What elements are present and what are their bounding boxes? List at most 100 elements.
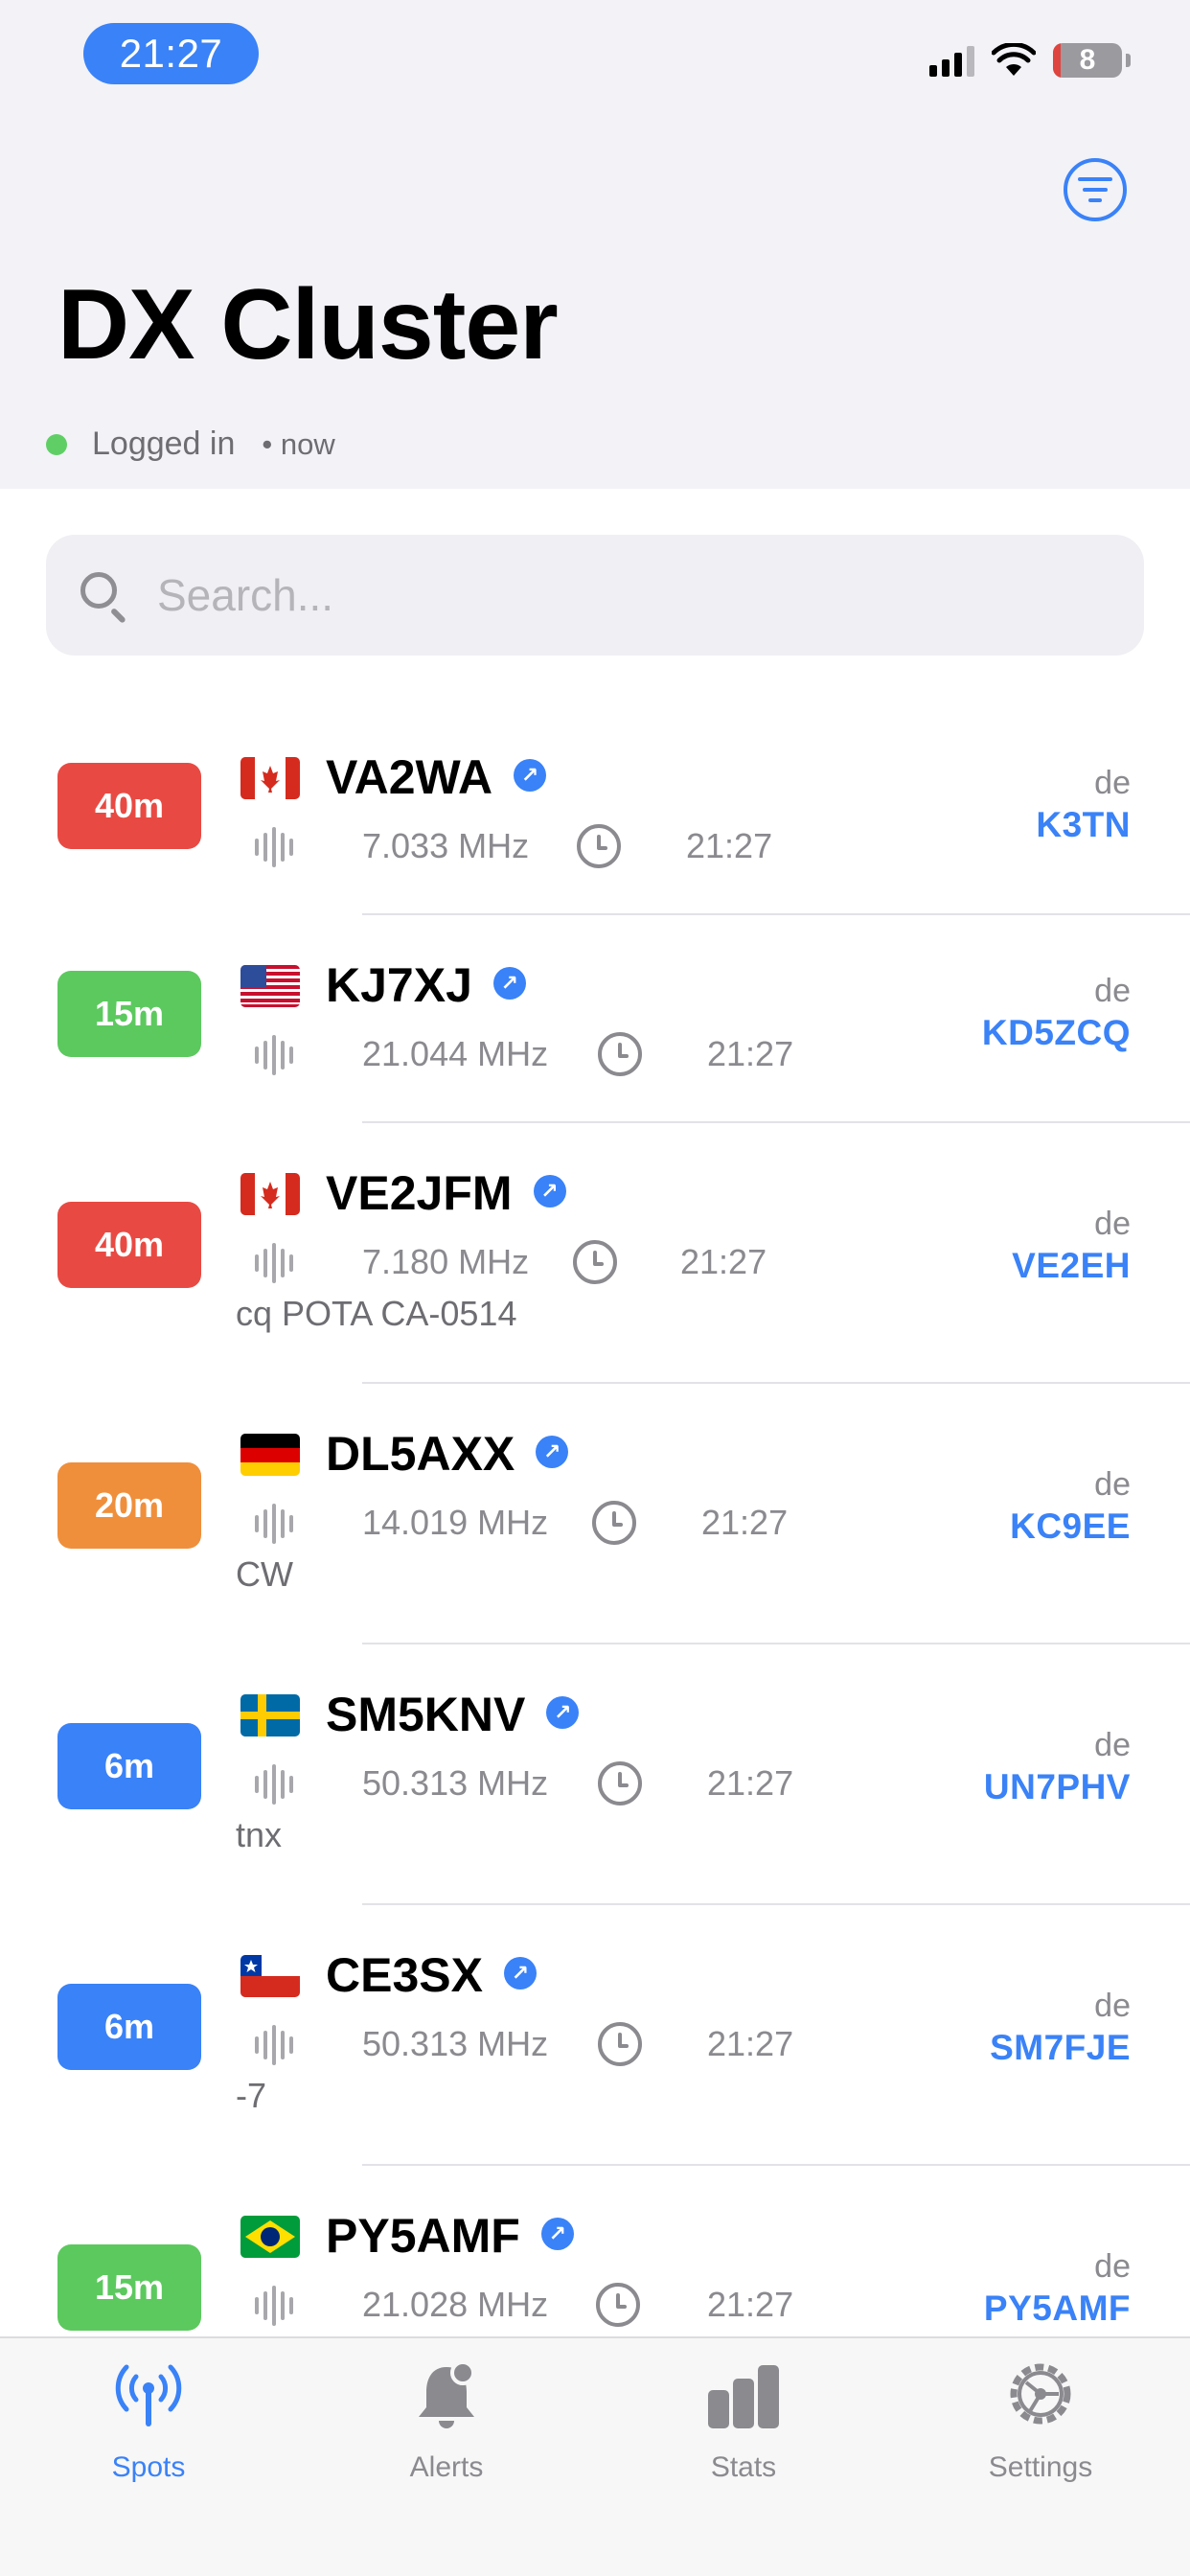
clock-icon [596,2283,640,2327]
gear-icon [1010,2363,1071,2425]
tab-label: Alerts [409,2451,484,2483]
tab-spots[interactable]: Spots [34,2338,263,2501]
waveform-icon [255,2022,293,2068]
spot-row[interactable]: 15m KJ7XJ ↗ 21.044 MHz 21:27 de KD5ZCQ [0,915,1190,1123]
status-time: 21:27 [83,23,259,84]
de-label: de [1094,765,1131,801]
band-badge: 40m [57,763,201,849]
spotter-callsign[interactable]: UN7PHV [984,1767,1131,1807]
spotter-callsign[interactable]: K3TN [1036,805,1131,845]
callsign[interactable]: SM5KNV ↗ [326,1687,580,1742]
band-badge: 15m [57,2244,201,2331]
band-badge: 40m [57,1202,201,1288]
frequency: 7.033 MHz [362,826,530,865]
search-icon [79,570,128,624]
clock-icon [598,1761,642,1806]
filter-icon [1078,177,1112,181]
cellular-signal-icon [929,44,974,77]
waveform-icon [255,1761,293,1807]
spotter-callsign[interactable]: SM7FJE [990,2028,1131,2068]
clock-icon [598,2022,642,2066]
open-link-icon[interactable]: ↗ [492,966,526,1000]
waveform-icon [255,1032,293,1078]
frequency: 50.313 MHz [362,2024,549,2063]
callsign[interactable]: VE2JFM ↗ [326,1165,566,1221]
waveform-icon [255,1240,293,1286]
callsign[interactable]: KJ7XJ ↗ [326,957,526,1013]
spot-time: 21:27 [707,1763,794,1803]
callsign-text: SM5KNV [326,1688,526,1741]
tab-label: Stats [710,2451,777,2483]
wifi-icon [992,43,1036,76]
spotter-callsign[interactable]: VE2EH [1012,1246,1131,1286]
spotter-callsign[interactable]: KC9EE [1010,1506,1131,1547]
online-indicator [46,433,67,455]
spot-comment: -7 [236,2076,267,2115]
frequency: 50.313 MHz [362,1763,549,1803]
germany-flag-icon [240,1434,300,1476]
open-link-icon[interactable]: ↗ [546,1695,580,1729]
de-label: de [1094,1206,1131,1242]
tab-stats[interactable]: Stats [629,2338,858,2501]
clock-icon [598,1032,642,1076]
spot-row[interactable]: 40m VA2WA ↗ 7.033 MHz 21:27 de K3TN [0,707,1190,915]
de-label: de [1094,1466,1131,1503]
spotter-callsign[interactable]: PY5AMF [984,2288,1131,2329]
callsign-text: DL5AXX [326,1427,515,1481]
de-label: de [1094,1988,1131,2024]
callsign-text: VA2WA [326,750,493,804]
spot-row[interactable]: 20m DL5AXX ↗ 14.019 MHz 21:27 CW de KC9EE [0,1384,1190,1644]
canada-flag-icon [240,757,300,799]
spot-comment: CW [236,1554,293,1594]
band-badge: 15m [57,971,201,1057]
battery-icon: 8 [1053,43,1122,78]
tab-settings[interactable]: Settings [926,2338,1156,2501]
frequency: 7.180 MHz [362,1242,530,1281]
login-status-text: Logged in [92,426,236,462]
de-label: de [1094,2248,1131,2285]
clock-icon [573,1240,617,1284]
spotter-callsign[interactable]: KD5ZCQ [982,1013,1131,1053]
spot-list[interactable]: 40m VA2WA ↗ 7.033 MHz 21:27 de K3TN 15m K… [0,707,1190,2426]
clock-icon [577,824,621,868]
callsign[interactable]: CE3SX ↗ [326,1947,537,2003]
band-badge: 20m [57,1462,201,1549]
brazil-flag-icon [240,2216,300,2258]
spot-row[interactable]: 40m VE2JFM ↗ 7.180 MHz 21:27 cq POTA CA-0… [0,1123,1190,1384]
waveform-icon [255,824,293,870]
usa-flag-icon [240,965,300,1007]
filter-button[interactable] [1064,158,1127,221]
band-badge: 6m [57,1984,201,2070]
callsign[interactable]: PY5AMF ↗ [326,2208,574,2264]
bell-icon [419,2360,475,2428]
search-bar[interactable] [46,535,1144,656]
open-link-icon[interactable]: ↗ [536,1435,569,1468]
callsign-text: CE3SX [326,1948,483,2002]
login-status: Logged in • now [46,426,335,463]
spot-time: 21:27 [680,1242,767,1281]
de-label: de [1094,973,1131,1009]
callsign-text: VE2JFM [326,1166,513,1220]
callsign-text: KJ7XJ [326,958,472,1012]
search-input[interactable] [157,569,1019,621]
tab-alerts[interactable]: Alerts [332,2338,561,2501]
spot-comment: cq POTA CA-0514 [236,1294,517,1333]
open-link-icon[interactable]: ↗ [540,2217,574,2250]
spot-row[interactable]: 6m SM5KNV ↗ 50.313 MHz 21:27 tnx de UN7PH… [0,1644,1190,1905]
spot-time: 21:27 [686,826,773,865]
spot-time: 21:27 [707,2024,794,2063]
page-title: DX Cluster [57,269,559,380]
open-link-icon[interactable]: ↗ [503,1956,537,1990]
open-link-icon[interactable]: ↗ [514,758,547,792]
open-link-icon[interactable]: ↗ [533,1174,566,1208]
clock-icon [592,1501,636,1545]
de-label: de [1094,1727,1131,1763]
callsign[interactable]: VA2WA ↗ [326,749,547,805]
canada-flag-icon [240,1173,300,1215]
spot-comment: tnx [236,1815,283,1854]
spot-row[interactable]: 6m CE3SX ↗ 50.313 MHz 21:27 -7 de SM7FJE [0,1905,1190,2166]
sweden-flag-icon [240,1694,300,1736]
tab-label: Settings [988,2451,1093,2483]
callsign[interactable]: DL5AXX ↗ [326,1426,569,1482]
callsign-text: PY5AMF [326,2209,520,2263]
